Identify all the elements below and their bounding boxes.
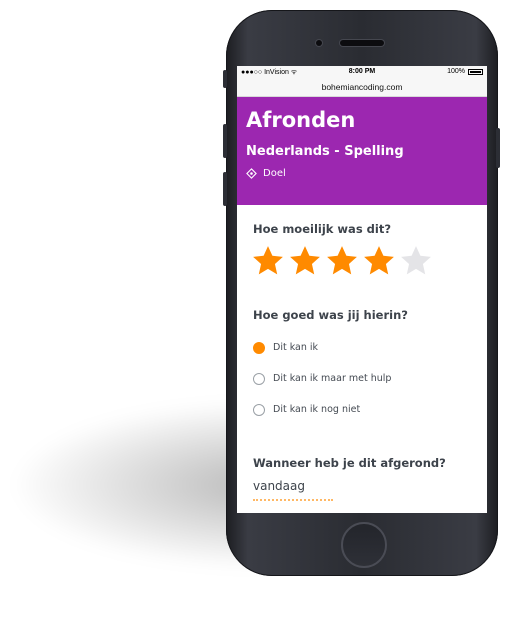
battery-icon: [468, 68, 483, 75]
star-rating[interactable]: [251, 244, 471, 278]
skill-option-label: Dit kan ik: [273, 342, 319, 353]
radio-selected-icon[interactable]: [253, 341, 265, 354]
home-button[interactable]: [341, 522, 387, 568]
star-icon[interactable]: [325, 244, 359, 278]
target-icon: [246, 168, 257, 179]
completion-question: Wanneer heb je dit afgerond?: [253, 456, 446, 470]
next-section-peek: [253, 499, 333, 509]
goal-label: Doel: [263, 168, 286, 179]
star-icon[interactable]: [251, 244, 285, 278]
star-icon[interactable]: [399, 244, 433, 278]
front-camera: [316, 40, 322, 46]
difficulty-question: Hoe moeilijk was dit?: [253, 222, 392, 236]
form-content: Hoe moeilijk was dit? Hoe goed was jij h…: [237, 222, 487, 509]
volume-down-button: [223, 172, 227, 206]
volume-up-button: [223, 124, 227, 158]
skill-option[interactable]: Dit kan ik nog niet: [253, 394, 471, 425]
battery-percent: 100%: [447, 68, 465, 75]
skill-option-label: Dit kan ik nog niet: [273, 404, 361, 415]
page-header: Afronden Nederlands - Spelling Doel: [237, 97, 487, 205]
address-bar[interactable]: bohemiancoding.com: [237, 79, 487, 97]
page-title: Afronden: [246, 108, 356, 132]
skill-options: Dit kan ik Dit kan ik maar met hulp Dit ka…: [253, 332, 471, 425]
earpiece-speaker: [340, 40, 384, 46]
completion-date[interactable]: vandaag: [253, 479, 471, 493]
power-button: [496, 128, 500, 168]
page-subtitle: Nederlands - Spelling: [246, 144, 404, 159]
radio-empty-icon[interactable]: [253, 403, 265, 416]
skill-question: Hoe goed was jij hierin?: [253, 308, 408, 322]
goal-link[interactable]: Doel: [246, 168, 478, 179]
skill-option[interactable]: Dit kan ik: [253, 332, 471, 363]
mute-switch: [223, 70, 227, 88]
status-bar: ●●●○○ InVision ᯤ 8:00 PM 100%: [237, 66, 487, 79]
radio-empty-icon[interactable]: [253, 372, 265, 385]
star-icon[interactable]: [288, 244, 322, 278]
star-icon[interactable]: [362, 244, 396, 278]
skill-option[interactable]: Dit kan ik maar met hulp: [253, 363, 471, 394]
battery-status: 100%: [447, 68, 483, 75]
skill-option-label: Dit kan ik maar met hulp: [273, 373, 392, 384]
phone-screen: ●●●○○ InVision ᯤ 8:00 PM 100% bohemianco…: [237, 66, 487, 513]
